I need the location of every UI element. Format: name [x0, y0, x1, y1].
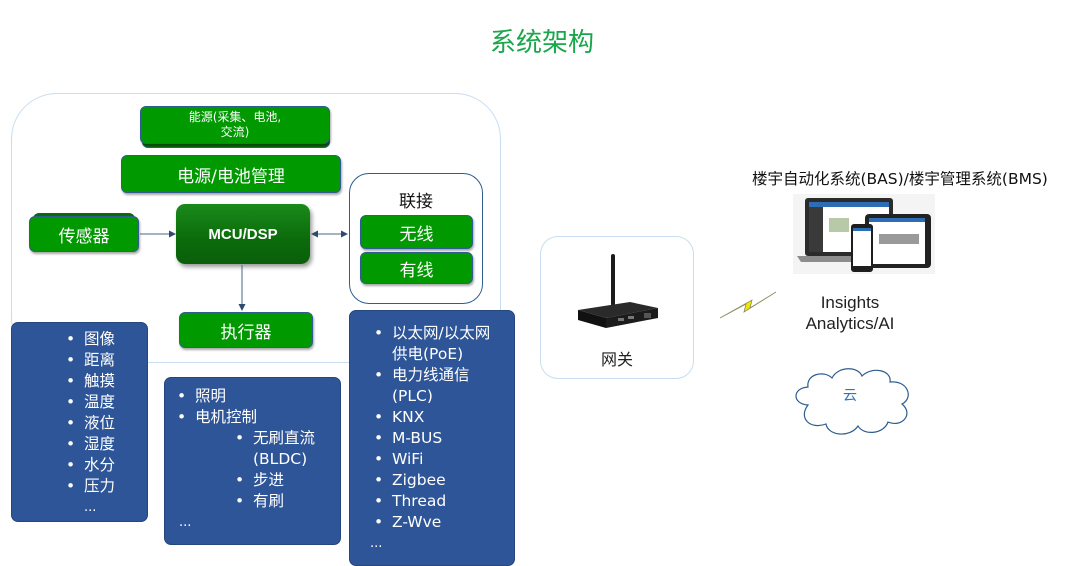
- energy-label-line2: 交流): [220, 125, 250, 139]
- list-item: 水分: [62, 455, 147, 476]
- list-item: 湿度: [62, 434, 147, 455]
- list-item: 电力线通信(PLC): [370, 365, 500, 407]
- actuator-more: ...: [179, 515, 192, 530]
- gateway-label: 网关: [600, 350, 633, 369]
- cloud-label: 云: [843, 388, 857, 404]
- list-item: 距离: [62, 350, 147, 371]
- list-item: 液位: [62, 413, 147, 434]
- mcu-dsp-box: MCU/DSP: [176, 204, 310, 264]
- sensor-more: ...: [84, 500, 97, 515]
- insights-line1: Insights: [820, 293, 880, 312]
- list-item: 电机控制: [173, 407, 340, 428]
- energy-source-box: 能源(采集、电池, 交流): [140, 106, 330, 144]
- list-item: 有刷: [231, 491, 341, 512]
- list-item: 温度: [62, 392, 147, 413]
- devices-icon: [797, 198, 931, 272]
- list-item: 步进: [231, 470, 341, 491]
- actuator-types-panel: 照明 电机控制 无刷直流(BLDC) 步进 有刷 ...: [164, 377, 341, 545]
- sensor-box: 传感器: [29, 216, 139, 252]
- list-item: M-BUS: [370, 428, 500, 449]
- list-item: Z-Wve: [370, 512, 500, 533]
- gateway-router-icon: [578, 254, 658, 328]
- sensor-types-list: 图像 距离 触摸 温度 液位 湿度 水分 压力: [62, 329, 147, 497]
- power-management-box: 电源/电池管理: [121, 155, 341, 193]
- connectivity-types-list: 以太网/以太网供电(PoE) 电力线通信(PLC) KNX M-BUS WiFi…: [370, 323, 500, 533]
- actuator-box: 执行器: [179, 312, 313, 348]
- bms-devices-image: [793, 194, 935, 274]
- list-item: 以太网/以太网供电(PoE): [370, 323, 500, 365]
- insights-analytics-label: Insights Analytics/AI: [770, 292, 930, 334]
- wired-box: 有线: [360, 252, 473, 284]
- list-item: 触摸: [62, 371, 147, 392]
- energy-label-line1: 能源(采集、电池,: [188, 110, 282, 124]
- wireless-box: 无线: [360, 215, 473, 249]
- list-item: 压力: [62, 476, 147, 497]
- sensor-types-panel: 图像 距离 触摸 温度 液位 湿度 水分 压力 ...: [11, 322, 148, 522]
- actuator-types-list: 照明 电机控制: [173, 386, 340, 428]
- bms-label: 楼宇自动化系统(BAS)/楼宇管理系统(BMS): [752, 170, 1048, 188]
- list-item: 无刷直流(BLDC): [231, 428, 341, 470]
- lightning-icon: [719, 291, 777, 319]
- list-item: 照明: [173, 386, 340, 407]
- connectivity-types-panel: 以太网/以太网供电(PoE) 电力线通信(PLC) KNX M-BUS WiFi…: [349, 310, 515, 566]
- insights-line2: Analytics/AI: [805, 314, 895, 333]
- page-title: 系统架构: [489, 28, 594, 58]
- list-item: Thread: [370, 491, 500, 512]
- list-item: WiFi: [370, 449, 500, 470]
- motor-types-list: 无刷直流(BLDC) 步进 有刷: [173, 428, 341, 512]
- list-item: KNX: [370, 407, 500, 428]
- list-item: Zigbee: [370, 470, 500, 491]
- list-item: 图像: [62, 329, 147, 350]
- connectivity-more: ...: [370, 536, 383, 551]
- connectivity-title: 联接: [399, 192, 433, 212]
